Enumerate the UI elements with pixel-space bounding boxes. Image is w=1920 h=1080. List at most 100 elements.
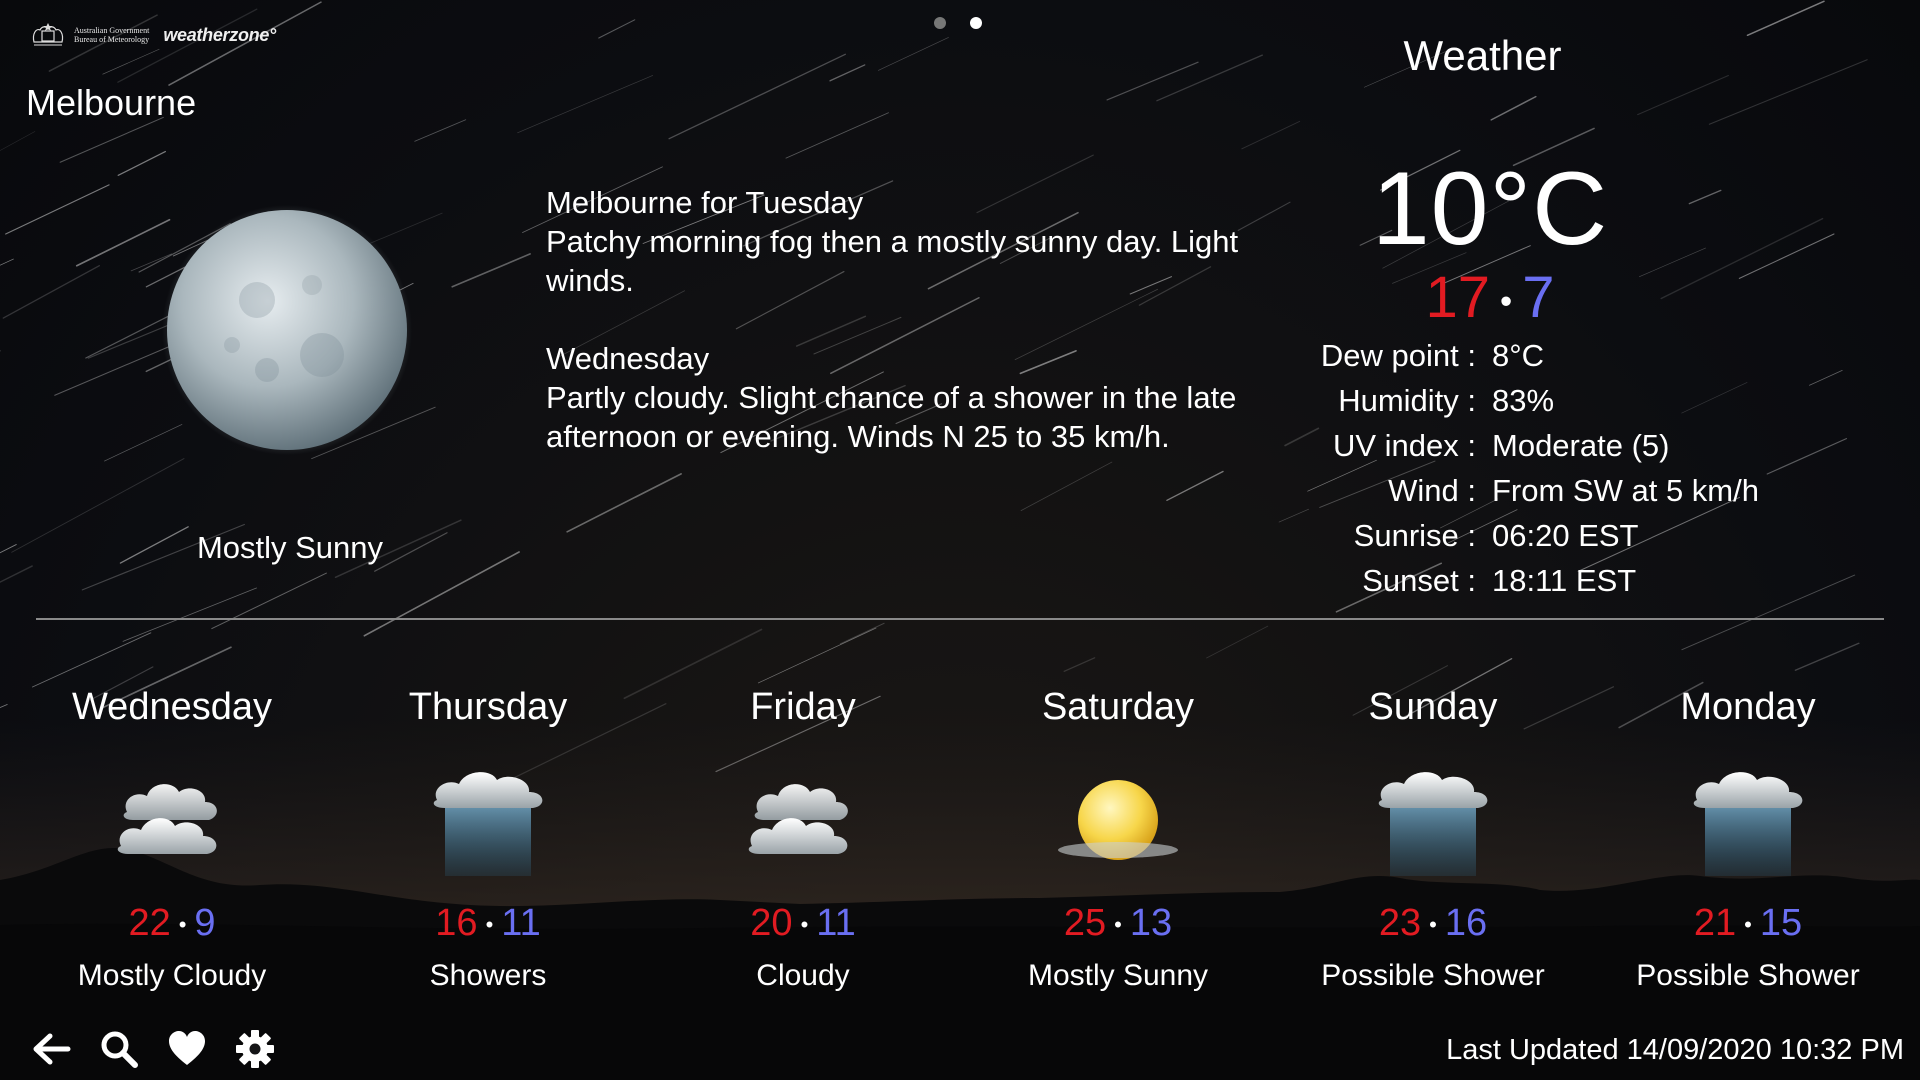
- star-streak: [1766, 438, 1847, 475]
- forecast-body-next: Partly cloudy. Slight chance of a shower…: [546, 380, 1237, 454]
- forecast-title-next: Wednesday: [546, 341, 710, 376]
- star-streak: [785, 112, 889, 159]
- location-name: Melbourne: [26, 82, 197, 123]
- day-high-low: 22 • 9: [22, 902, 322, 945]
- star-streak: [451, 253, 531, 288]
- detail-row-sunset: Sunset : 18:11 EST: [1300, 558, 1759, 603]
- day-card-3[interactable]: Friday 20 • 11 Cloudy: [653, 686, 953, 993]
- bom-logo: Australian Government Bureau of Meteorol…: [28, 20, 149, 50]
- day-low: 11: [816, 902, 856, 944]
- star-streak: [1660, 217, 1824, 300]
- day-name: Wednesday: [72, 686, 272, 728]
- star-streak: [1708, 59, 1868, 125]
- today-condition: Mostly Sunny: [196, 530, 384, 565]
- day-high-low: 21 • 15: [1598, 902, 1898, 945]
- day-high-low: 23 • 16: [1283, 902, 1583, 945]
- forecast-body-today: Patchy morning fog then a mostly sunny d…: [546, 224, 1239, 298]
- day-card-1[interactable]: Wednesday 22 • 9 Mostly Cloudy: [22, 686, 322, 993]
- star-streak: [1794, 642, 1860, 671]
- star-streak: [0, 131, 36, 151]
- day-name: Monday: [1680, 686, 1816, 728]
- section-divider: [36, 618, 1884, 620]
- star-streak: [122, 587, 257, 642]
- star-streak: [877, 37, 949, 71]
- sun-icon: [1053, 760, 1183, 880]
- page-dot-2-active[interactable]: [970, 17, 982, 29]
- star-streak: [31, 632, 152, 688]
- star-streak: [1809, 369, 1843, 386]
- detail-row-humidity: Humidity : 83%: [1300, 378, 1759, 423]
- high-low-separator: •: [1500, 281, 1513, 321]
- star-streak: [117, 150, 166, 176]
- gov-logo-line2: Bureau of Meteorology: [74, 35, 150, 44]
- page-dot-1[interactable]: [934, 17, 946, 29]
- day-name: Thursday: [408, 686, 568, 728]
- day-card-6[interactable]: Monday 21 • 15 Possible Shower: [1598, 686, 1898, 993]
- detail-label: Sunrise :: [1353, 517, 1476, 553]
- star-streak: [211, 572, 327, 630]
- high-low-separator: •: [800, 911, 809, 937]
- today-high-low: 17 • 7: [1300, 264, 1680, 331]
- detail-value: 18:11 EST: [1492, 562, 1637, 598]
- day-high: 21: [1693, 902, 1737, 944]
- star-streak: [839, 622, 885, 645]
- day-high: 16: [435, 902, 478, 944]
- day-card-4[interactable]: Saturday 25 • 13 Mostly Sunny: [968, 686, 1268, 993]
- detail-value: 83%: [1492, 382, 1555, 418]
- star-streak: [757, 627, 877, 684]
- star-streak: [1020, 461, 1113, 511]
- gov-logo-line1: Australian Government: [74, 26, 150, 35]
- day-condition: Possible Shower: [1636, 959, 1860, 992]
- weather-screen: Australian Government Bureau of Meteorol…: [0, 0, 1920, 1080]
- star-streak: [0, 544, 17, 554]
- star-streak: [566, 473, 682, 533]
- star-streak: [1738, 233, 1835, 279]
- star-streak: [1746, 0, 1825, 37]
- star-streak: [1490, 95, 1537, 121]
- day-high-low: 25 • 13: [968, 902, 1268, 945]
- search-icon[interactable]: [98, 1028, 140, 1070]
- today-low: 7: [1522, 265, 1555, 330]
- day-name: Saturday: [1041, 686, 1195, 728]
- rain-cloud-icon: [1683, 760, 1813, 880]
- day-condition: Mostly Sunny: [1027, 959, 1209, 992]
- detail-label: Humidity :: [1338, 382, 1476, 418]
- star-streak: [829, 64, 866, 82]
- rain-cloud-icon: [423, 760, 553, 880]
- detail-row-uv-index: UV index : Moderate (5): [1300, 423, 1759, 468]
- day-high-low: 16 • 11: [338, 902, 638, 945]
- star-streak: [1106, 61, 1199, 101]
- coat-of-arms-icon: [32, 23, 64, 46]
- current-temperature: 10°C: [1371, 151, 1609, 267]
- day-high: 20: [750, 902, 793, 944]
- weatherzone-logo: weatherzone°: [163, 24, 276, 45]
- day-condition: Mostly Cloudy: [77, 959, 267, 992]
- detail-label: Wind :: [1388, 472, 1476, 508]
- star-streak: [75, 218, 171, 267]
- star-streak: [1166, 470, 1224, 501]
- rain-cloud-icon: [1368, 760, 1498, 880]
- heart-icon[interactable]: [166, 1028, 208, 1070]
- back-arrow-icon[interactable]: [30, 1028, 72, 1070]
- header-logos: Australian Government Bureau of Meteorol…: [28, 20, 276, 50]
- detail-row-dew-point: Dew point : 8°C: [1300, 333, 1759, 378]
- star-streak: [517, 75, 654, 134]
- star-streak: [5, 184, 110, 235]
- high-low-separator: •: [1744, 911, 1752, 937]
- page-indicator[interactable]: [934, 17, 982, 29]
- star-streak: [1637, 74, 1729, 116]
- bottom-toolbar: [30, 1028, 276, 1070]
- moon-icon: [162, 205, 412, 455]
- day-low: 11: [501, 902, 541, 944]
- detail-label: Sunset :: [1362, 562, 1476, 598]
- star-streak: [1688, 189, 1722, 205]
- star-streak: [1063, 657, 1096, 672]
- day-card-2[interactable]: Thursday 16 • 11 Showers: [338, 686, 638, 993]
- day-card-5[interactable]: Sunday 23 • 16 Possible Shower: [1283, 686, 1583, 993]
- day-high: 25: [1063, 902, 1107, 944]
- gear-icon[interactable]: [234, 1028, 276, 1070]
- today-high: 17: [1425, 265, 1491, 330]
- detail-value: 8°C: [1492, 337, 1545, 373]
- star-streak: [1156, 54, 1263, 102]
- high-low-separator: •: [178, 911, 187, 937]
